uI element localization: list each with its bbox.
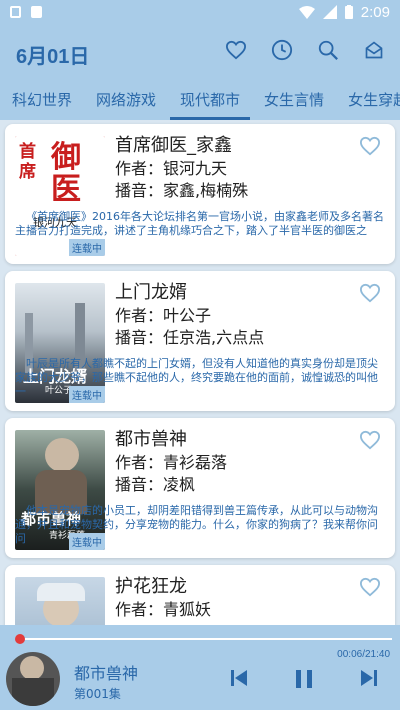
heart-icon	[359, 283, 381, 303]
book-narrator: 播音：任京浩,六点点	[115, 328, 265, 347]
skip-previous-icon	[231, 670, 247, 686]
wifi-icon	[298, 5, 315, 19]
heart-icon	[359, 430, 381, 450]
favorite-button[interactable]	[359, 430, 381, 454]
mail-icon	[365, 41, 383, 59]
progress-thumb[interactable]	[14, 634, 25, 644]
book-description: 叶辰是所有人都瞧不起的上门女婿，但没有人知道他的真实身份却是顶尖家族的大少爷，那…	[15, 357, 378, 398]
heart-icon	[359, 577, 381, 597]
mini-player: 都市兽神 第001集 00:06/21:40	[0, 625, 400, 710]
category-tabs: 科幻世界 网络游戏 现代都市 女生言情 女生穿越	[0, 80, 400, 120]
book-author: 作者：叶公子	[115, 306, 212, 325]
skip-next-icon	[361, 670, 377, 686]
book-author: 作者：青衫磊落	[115, 453, 228, 472]
search-icon	[318, 40, 338, 60]
book-author: 作者：青狐妖	[115, 600, 212, 619]
book-narrator: 播音：家鑫,梅楠殊	[115, 181, 249, 200]
tab-online-games[interactable]: 网络游戏	[84, 80, 168, 120]
book-author: 作者：银河九天	[115, 159, 228, 178]
history-button[interactable]	[270, 38, 294, 62]
sd-card-icon	[31, 6, 42, 18]
book-cover	[15, 577, 105, 625]
player-cover[interactable]	[6, 652, 60, 706]
book-card[interactable]: 上门龙婿 叶公子 连载中 上门龙婿 作者：叶公子 播音：任京浩,六点点 叶辰是所…	[5, 271, 395, 411]
cover-text: 首席	[19, 142, 36, 182]
favorite-button[interactable]	[359, 283, 381, 307]
cover-text: 御医	[51, 140, 81, 207]
tab-modern-city[interactable]: 现代都市	[168, 80, 252, 120]
book-card[interactable]: 首席 御医 银河九天 连载中 首席御医_家鑫 作者：银河九天 播音：家鑫,梅楠殊…	[5, 124, 395, 264]
battery-icon	[344, 5, 353, 19]
book-title: 首席御医_家鑫	[115, 135, 232, 156]
player-time: 00:06/21:40	[337, 649, 390, 660]
mail-button[interactable]	[362, 38, 386, 62]
signal-icon	[322, 5, 337, 19]
tab-female-time-travel[interactable]: 女生穿越	[336, 80, 400, 120]
tab-female-romance[interactable]: 女生言情	[252, 80, 336, 120]
book-title: 都市兽神	[115, 429, 187, 450]
favorite-button[interactable]	[359, 577, 381, 601]
progress-bar[interactable]	[14, 634, 392, 644]
tab-scifi[interactable]: 科幻世界	[0, 80, 84, 120]
heart-icon	[359, 136, 381, 156]
notification-icon	[10, 6, 21, 18]
status-bar: 2:09	[0, 0, 400, 24]
status-time: 2:09	[360, 3, 390, 21]
book-card[interactable]: 都市兽神 青衫磊落 连载中 都市兽神 作者：青衫磊落 播音：凌枫 他本是宠物店的…	[5, 418, 395, 558]
book-description: 《首席御医》2016年各大论坛排名第一官场小说，由家鑫老师及多名著名主播合力打造…	[15, 210, 384, 237]
book-list: 首席 御医 银河九天 连载中 首席御医_家鑫 作者：银河九天 播音：家鑫,梅楠殊…	[0, 120, 400, 625]
book-title: 护花狂龙	[115, 576, 187, 597]
book-description: 他本是宠物店的小员工，却阴差阳错得到兽王篇传承，从此可以与动物沟通，并且和宠物契…	[15, 504, 378, 545]
player-episode: 第001集	[74, 687, 121, 701]
book-narrator: 播音：凌枫	[115, 475, 196, 494]
heart-icon	[225, 40, 247, 60]
favorites-button[interactable]	[224, 38, 248, 62]
book-card[interactable]: 护花狂龙 作者：青狐妖	[5, 565, 395, 625]
pause-button[interactable]	[294, 669, 314, 693]
search-button[interactable]	[316, 38, 340, 62]
favorite-button[interactable]	[359, 136, 381, 160]
date-title: 6月01日	[16, 46, 90, 68]
player-title: 都市兽神	[74, 664, 139, 683]
app-header: 6月01日 科幻世界 网络游戏 现代都市 女生言情 女生穿越	[0, 24, 400, 120]
history-icon	[271, 39, 293, 61]
book-title: 上门龙婿	[115, 282, 187, 303]
previous-button[interactable]	[230, 669, 248, 691]
pause-icon	[296, 670, 312, 688]
next-button[interactable]	[360, 669, 378, 691]
